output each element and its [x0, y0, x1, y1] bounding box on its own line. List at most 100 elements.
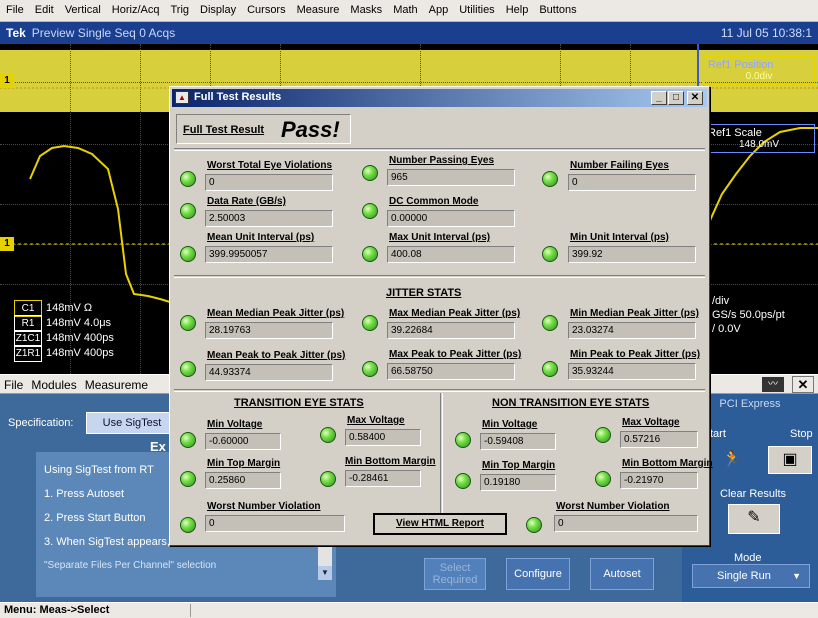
status-led: [362, 203, 378, 219]
field-label: Max Unit Interval (ps): [389, 232, 491, 243]
field-label: DC Common Mode: [389, 196, 479, 207]
instruction-line: "Separate Files Per Channel" selection: [44, 560, 217, 571]
status-led: [455, 432, 471, 448]
field-label: Min Top Margin: [482, 460, 556, 471]
field-label: Max Voltage: [622, 417, 680, 428]
autoset-button[interactable]: Autoset: [590, 558, 654, 590]
configure-button[interactable]: Configure: [506, 558, 570, 590]
mode-select[interactable]: Single Run ▼: [692, 564, 810, 588]
scroll-down-icon[interactable]: ▼: [318, 566, 332, 580]
ref-scale-value: 148.0mV: [738, 139, 780, 150]
menu-vertical[interactable]: Vertical: [59, 0, 106, 16]
data-rate-field: 2.50003: [205, 210, 333, 227]
channel-readout-row[interactable]: C1 148mV Ω: [14, 300, 184, 317]
min-unit-interval-field: 399.92: [568, 246, 696, 263]
mode-value: Single Run: [717, 570, 771, 582]
brand-label: Tek: [6, 26, 26, 40]
field-label: Worst Number Violation: [207, 501, 321, 512]
field-label: Min Voltage: [207, 419, 263, 430]
field-label: Number Failing Eyes: [570, 160, 669, 171]
number-passing-eyes-field: 965: [387, 169, 515, 186]
full-test-result-label: Full Test Result: [183, 124, 265, 136]
channel-1-level-marker[interactable]: 1: [0, 237, 14, 251]
status-led: [542, 315, 558, 331]
use-sigtest-button[interactable]: Use SigTest: [86, 412, 178, 434]
menu-trig[interactable]: Trig: [164, 0, 194, 16]
status-led: [595, 471, 611, 487]
maximize-icon[interactable]: □: [668, 91, 684, 105]
minimize-icon[interactable]: _: [651, 91, 667, 105]
status-led: [180, 171, 196, 187]
divider: [174, 389, 705, 392]
ref-scale-box[interactable]: Ref1 Scale 148.0mV: [703, 124, 815, 153]
menu-edit[interactable]: Edit: [29, 0, 59, 16]
field-label: Min Bottom Margin: [622, 458, 713, 469]
meas-menu-measurements[interactable]: Measureme: [81, 375, 152, 392]
ref-position-value: 0.0div: [745, 71, 773, 82]
field-label: Mean Median Peak Jitter (ps): [207, 308, 345, 319]
clear-results-icon[interactable]: ✎: [728, 504, 780, 534]
menu-utilities[interactable]: Utilities: [453, 0, 499, 16]
menu-buttons[interactable]: Buttons: [533, 0, 581, 16]
status-led: [180, 517, 196, 533]
close-icon[interactable]: ✕: [792, 376, 814, 393]
menu-horiz-acq[interactable]: Horiz/Acq: [106, 0, 165, 16]
status-led: [180, 471, 196, 487]
dialog-title-bar[interactable]: ▲ Full Test Results _ □ ✕: [172, 89, 707, 107]
ref-scale-label: Ref1 Scale: [708, 127, 762, 139]
timebase-readout: /div: [712, 295, 730, 307]
field-label: Max Median Peak Jitter (ps): [389, 308, 521, 319]
menu-display[interactable]: Display: [194, 0, 241, 16]
channel-readout-row[interactable]: Z1C1 148mV 400ps: [14, 330, 184, 347]
status-text: Menu: Meas->Select: [4, 604, 110, 616]
menu-cursors[interactable]: Cursors: [241, 0, 291, 16]
menu-file[interactable]: File: [0, 0, 29, 16]
non-transition-max-voltage-field: 0.57216: [620, 431, 698, 448]
meas-menu-modules[interactable]: Modules: [27, 375, 80, 392]
number-failing-eyes-field: 0: [568, 174, 696, 191]
field-label: Min Unit Interval (ps): [570, 232, 669, 243]
field-label: Min Bottom Margin: [345, 456, 436, 467]
channel-readout: 148mV 400ps: [46, 347, 114, 359]
min-median-peak-jitter-field: 23.03274: [568, 322, 696, 339]
channel-readout-row[interactable]: R1 148mV 4.0μs: [14, 315, 184, 332]
channel-1-marker[interactable]: 1: [0, 74, 14, 88]
chevron-down-icon: ▼: [792, 571, 801, 581]
meas-menu-file[interactable]: File: [0, 375, 27, 392]
start-run-icon[interactable]: 🏃: [710, 446, 754, 474]
menu-masks[interactable]: Masks: [344, 0, 387, 16]
ref-position-label: Ref1 Position: [708, 59, 774, 71]
status-led: [180, 315, 196, 331]
stop-icon[interactable]: ▣: [768, 446, 812, 474]
status-led: [180, 361, 196, 377]
max-unit-interval-field: 400.08: [387, 246, 515, 263]
channel-readout: 148mV Ω: [46, 302, 93, 314]
field-label: Mean Peak to Peak Jitter (ps): [207, 350, 346, 361]
transition-min-voltage-field: -0.60000: [205, 433, 281, 450]
menu-app[interactable]: App: [423, 0, 454, 16]
channel-readout-row[interactable]: Z1R1 148mV 400ps: [14, 345, 184, 362]
ref-position-box[interactable]: Ref1 Position 0.0div: [703, 56, 815, 85]
non-transition-min-voltage-field: -0.59408: [480, 433, 556, 450]
menu-math[interactable]: Math: [387, 0, 422, 16]
close-icon[interactable]: ✕: [687, 91, 703, 105]
worst-total-eye-violations-field: 0: [205, 174, 333, 191]
transition-min-bottom-margin-field: -0.28461: [345, 470, 421, 487]
transition-eye-stats-title: TRANSITION EYE STATS: [234, 397, 364, 409]
view-html-report-button[interactable]: View HTML Report: [373, 513, 507, 535]
waveform-icon[interactable]: 〰: [762, 377, 784, 392]
field-label: Min Peak to Peak Jitter (ps): [570, 349, 701, 360]
full-test-result-value: Pass!: [281, 117, 340, 142]
clear-results-label: Clear Results: [720, 488, 787, 500]
scope-status-bar: Tek Preview Single Seq 0 Acqs 11 Jul 05 1…: [0, 22, 818, 44]
menu-help[interactable]: Help: [500, 0, 534, 16]
non-transition-worst-number-violation-field: 0: [554, 515, 698, 532]
acquisition-status: Preview Single Seq 0 Acqs: [31, 26, 176, 40]
max-peak-to-peak-jitter-field: 66.58750: [387, 363, 515, 380]
mode-label: Mode: [734, 552, 762, 564]
field-label: Min Top Margin: [207, 458, 281, 469]
field-label: Min Voltage: [482, 419, 538, 430]
menu-measure[interactable]: Measure: [291, 0, 345, 16]
mean-median-peak-jitter-field: 28.19763: [205, 322, 333, 339]
select-required-button[interactable]: Select Required: [424, 558, 486, 590]
